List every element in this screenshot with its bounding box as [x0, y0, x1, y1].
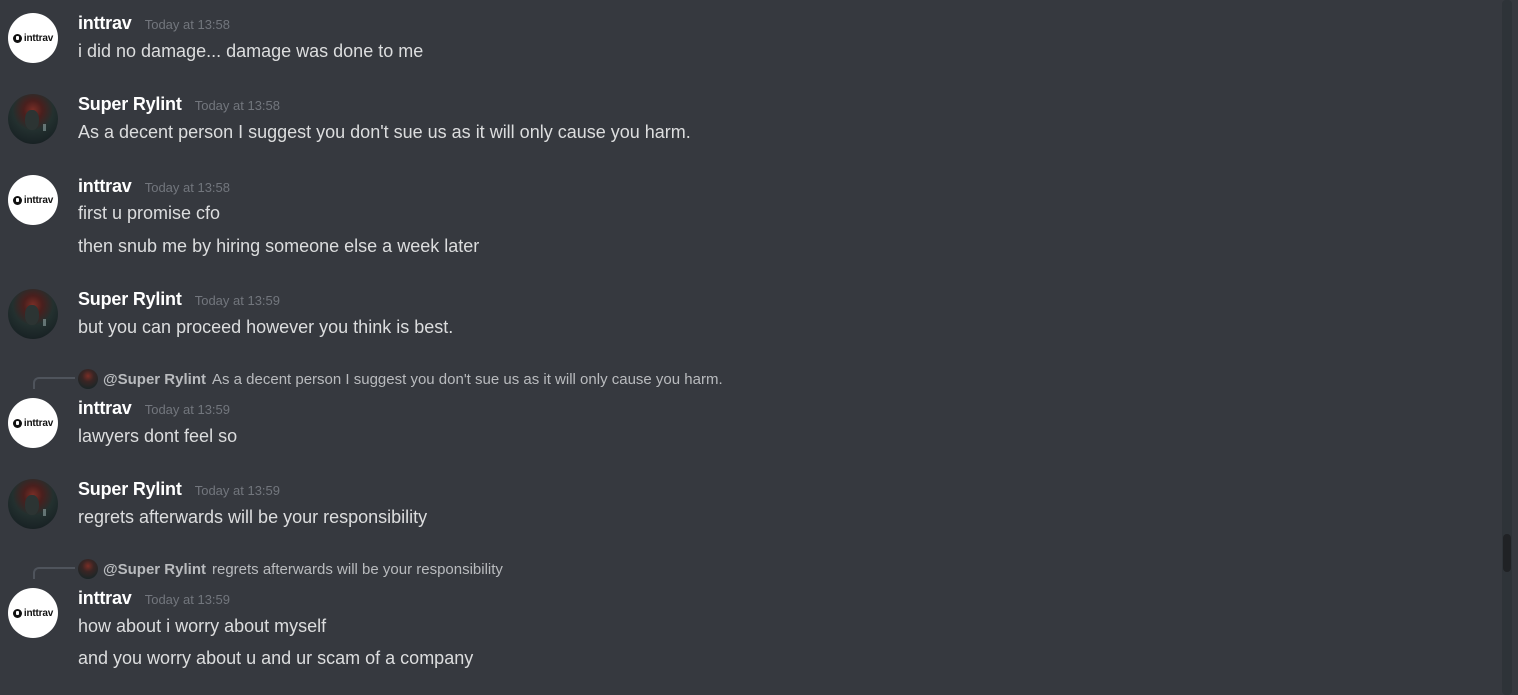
username[interactable]: inttrav [78, 13, 132, 33]
reply-preview[interactable]: @Super Rylint regrets afterwards will be… [78, 559, 503, 579]
message-text: how about i worry about myself [78, 616, 327, 636]
reply-avatar [78, 369, 98, 389]
reply-text[interactable]: regrets afterwards will be your responsi… [212, 561, 503, 578]
chat-message-list: inttrav inttrav Today at 13:58 i did no … [0, 0, 1518, 695]
timestamp[interactable]: Today at 13:59 [145, 402, 230, 417]
inttrav-logo-icon: inttrav [12, 418, 53, 429]
username[interactable]: inttrav [78, 176, 132, 196]
timestamp[interactable]: Today at 13:58 [145, 180, 230, 195]
avatar[interactable] [8, 479, 58, 529]
username[interactable]: inttrav [78, 398, 132, 418]
reply-mention[interactable]: @Super Rylint [103, 371, 206, 388]
message-text: lawyers dont feel so [78, 426, 238, 446]
avatar[interactable] [8, 289, 58, 339]
username[interactable]: Super Rylint [78, 289, 182, 309]
avatar[interactable] [8, 94, 58, 144]
message-text: then snub me by hiring someone else a we… [78, 236, 480, 256]
username[interactable]: inttrav [78, 588, 132, 608]
message-text: but you can proceed however you think is… [78, 317, 454, 337]
timestamp[interactable]: Today at 13:58 [145, 17, 230, 32]
scrollbar-thumb[interactable] [1503, 534, 1511, 572]
avatar[interactable]: inttrav [8, 175, 58, 225]
message-text: and you worry about u and ur scam of a c… [78, 648, 474, 668]
message-text: As a decent person I suggest you don't s… [78, 122, 691, 142]
reply-text[interactable]: As a decent person I suggest you don't s… [212, 371, 723, 388]
message-text: first u promise cfo [78, 203, 221, 223]
username[interactable]: Super Rylint [78, 94, 182, 114]
avatar[interactable]: inttrav [8, 398, 58, 448]
reply-mention[interactable]: @Super Rylint [103, 561, 206, 578]
reply-avatar [78, 559, 98, 579]
avatar[interactable]: inttrav [8, 588, 58, 638]
username[interactable]: Super Rylint [78, 479, 182, 499]
message-text: regrets afterwards will be your responsi… [78, 507, 428, 527]
timestamp[interactable]: Today at 13:59 [195, 483, 280, 498]
reply-preview[interactable]: @Super Rylint As a decent person I sugge… [78, 369, 723, 389]
inttrav-logo-icon: inttrav [12, 608, 53, 619]
inttrav-logo-icon: inttrav [12, 33, 53, 44]
timestamp[interactable]: Today at 13:58 [195, 98, 280, 113]
reply-spine [33, 567, 75, 579]
timestamp[interactable]: Today at 13:59 [145, 592, 230, 607]
scrollbar-track[interactable] [1502, 0, 1512, 695]
timestamp[interactable]: Today at 13:59 [195, 293, 280, 308]
reply-spine [33, 377, 75, 389]
message-text: i did no damage... damage was done to me [78, 41, 424, 61]
inttrav-logo-icon: inttrav [12, 195, 53, 206]
avatar[interactable]: inttrav [8, 13, 58, 63]
